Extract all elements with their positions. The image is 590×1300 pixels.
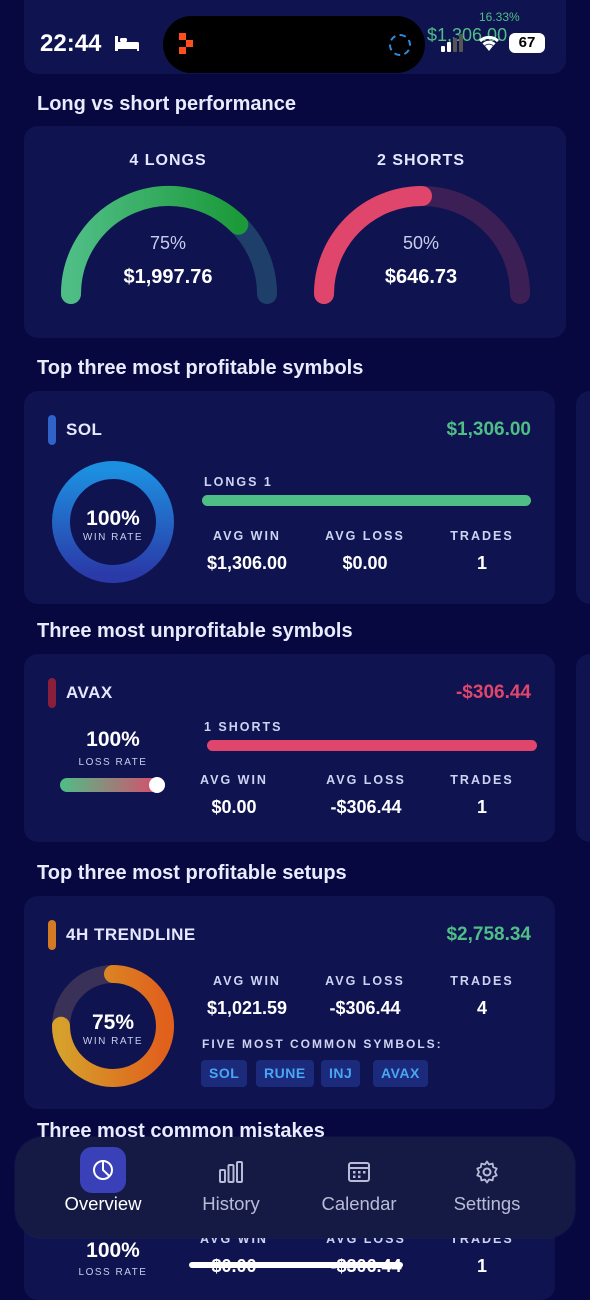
nav-calendar[interactable]: Calendar (289, 1137, 429, 1238)
nav-overview-label: Overview (64, 1193, 142, 1214)
shorts-bar-label: 1 SHORTS (204, 720, 283, 734)
stat-label-trades: TRADES (450, 974, 514, 988)
profitable-symbol-card[interactable]: SOL $1,306.00 100% WIN RATE LONGS 1 AVG … (24, 391, 555, 604)
next-symbol-card-peek[interactable] (576, 391, 590, 604)
stat-value-avg-loss: -$306.44 (329, 998, 401, 1018)
symbol-name: SOL (66, 420, 103, 439)
signal-icon (441, 34, 467, 52)
long-short-card: 4 LONGS 75% $1,997.76 2 SHORTS 50% $646.… (24, 126, 566, 338)
symbol-chip-rune[interactable]: RUNE (256, 1060, 314, 1087)
longs-label: 4 LONGS (129, 152, 207, 169)
profitable-symbols-title: Top three most profitable symbols (37, 357, 364, 379)
setup-win-rate-label: WIN RATE (82, 1036, 144, 1047)
stat-value-avg-loss: -$306.44 (330, 797, 402, 817)
stat-value-trades: 1 (476, 797, 487, 817)
previous-card-peek-percent: 16.33% (479, 10, 520, 24)
unprofitable-symbol-card[interactable]: AVAX -$306.44 100% LOSS RATE 1 SHORTS AV… (24, 654, 555, 842)
bar-chart-icon (218, 1159, 244, 1185)
win-rate-value: 100% (86, 507, 140, 530)
nav-calendar-label: Calendar (321, 1193, 397, 1214)
loss-rate-knob (149, 777, 165, 793)
loss-rate-value: 100% (86, 728, 140, 751)
nav-overview[interactable]: Overview (33, 1137, 173, 1238)
stats-row: AVG WIN $1,021.59 AVG LOSS -$306.44 TRAD… (192, 974, 542, 1034)
mistake-loss-rate-value: 100% (86, 1239, 140, 1262)
stats-row: AVG WIN $0.00 AVG LOSS -$306.44 TRADES 1 (179, 773, 529, 833)
nav-history[interactable]: History (161, 1137, 301, 1238)
stat-label-avg-win: AVG WIN (213, 974, 281, 988)
pie-chart-icon (90, 1157, 116, 1183)
shorts-bar (207, 740, 537, 751)
common-symbols-label: FIVE MOST COMMON SYMBOLS: (202, 1037, 443, 1051)
stat-value-avg-win: $1,021.59 (206, 998, 288, 1018)
symbol-pnl: $1,306.00 (446, 419, 531, 440)
shorts-value: $646.73 (384, 266, 458, 288)
shorts-label: 2 SHORTS (376, 152, 465, 169)
stat-label-avg-loss: AVG LOSS (325, 974, 405, 988)
stat-label-avg-win: AVG WIN (200, 773, 268, 787)
stat-value-trades: 1 (476, 553, 487, 573)
gear-icon (474, 1159, 500, 1185)
longs-percent: 75% (149, 233, 187, 253)
stat-label-avg-loss: AVG LOSS (326, 773, 406, 787)
stat-label-avg-loss: AVG LOSS (325, 529, 405, 543)
longs-bar-label: LONGS 1 (204, 475, 273, 489)
symbol-pnl: -$306.44 (455, 682, 531, 703)
mistake-loss-rate-label: LOSS RATE (78, 1267, 148, 1278)
symbol-color-marker (48, 415, 56, 445)
bed-icon (114, 34, 140, 52)
stats-row: AVG WIN $1,306.00 AVG LOSS $0.00 TRADES … (192, 529, 542, 589)
status-time: 22:44 (40, 30, 102, 57)
nav-settings[interactable]: Settings (417, 1137, 557, 1238)
app-activity-icon (177, 31, 199, 55)
setup-pnl: $2,758.34 (446, 924, 531, 945)
dynamic-island (163, 16, 425, 73)
profitable-setup-card[interactable]: 4H TRENDLINE $2,758.34 75% WIN RATE AVG … (24, 896, 555, 1109)
battery-level: 67 (518, 34, 536, 51)
win-rate-label: WIN RATE (82, 532, 144, 543)
unprofitable-symbols-title: Three most unprofitable symbols (37, 620, 353, 642)
profitable-setups-title: Top three most profitable setups (37, 862, 347, 884)
calendar-icon (346, 1159, 372, 1185)
wifi-icon (477, 34, 501, 52)
home-indicator[interactable] (189, 1262, 403, 1268)
stat-value-avg-loss: $0.00 (342, 553, 388, 573)
stat-label-trades: TRADES (450, 529, 514, 543)
symbol-name: AVAX (66, 683, 113, 702)
symbol-chip-inj[interactable]: INJ (321, 1060, 361, 1087)
stat-label-avg-win: AVG WIN (213, 529, 281, 543)
symbol-chip-avax[interactable]: AVAX (373, 1060, 428, 1087)
symbol-color-marker (48, 678, 56, 708)
setup-win-rate-value: 75% (91, 1011, 135, 1034)
stat-value-avg-win: $0.00 (211, 797, 257, 817)
setup-color-marker (48, 920, 56, 950)
bottom-nav: Overview History Calendar Settings (15, 1137, 575, 1238)
stat-value-trades: 4 (476, 998, 487, 1018)
setup-name: 4H TRENDLINE (66, 925, 196, 944)
loss-rate-label: LOSS RATE (78, 757, 148, 768)
stat-value-avg-win: $1,306.00 (206, 553, 288, 573)
loss-rate-slider (60, 777, 165, 793)
shorts-percent: 50% (402, 233, 440, 253)
long-short-title: Long vs short performance (37, 93, 296, 115)
stat-label-trades: TRADES (450, 773, 514, 787)
stat-value-trades: 1 (476, 1256, 487, 1276)
nav-history-label: History (202, 1193, 260, 1214)
longs-bar (202, 495, 531, 506)
longs-value: $1,997.76 (123, 266, 213, 288)
nav-settings-label: Settings (453, 1193, 521, 1214)
battery-icon: 67 (509, 33, 545, 53)
symbol-chip-sol[interactable]: SOL (201, 1060, 248, 1087)
next-unprofitable-card-peek[interactable] (576, 654, 590, 842)
loading-ring-icon (389, 34, 411, 56)
